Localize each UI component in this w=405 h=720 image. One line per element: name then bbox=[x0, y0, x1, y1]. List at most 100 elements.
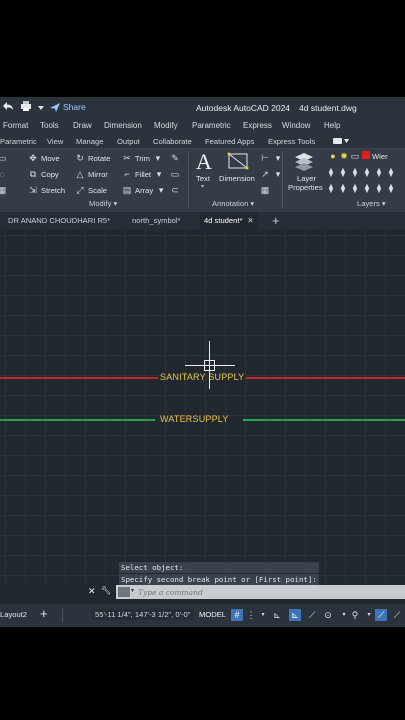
water-supply-label[interactable]: WATERSUPPLY bbox=[160, 414, 229, 424]
erase-button[interactable]: ✎ bbox=[170, 153, 180, 163]
text-label: Text bbox=[196, 174, 210, 183]
menu-parametric[interactable]: Parametric bbox=[192, 121, 231, 130]
fillet-button[interactable]: ⌐ Fillet ▾ bbox=[122, 169, 164, 179]
move-button[interactable]: ✥ Move bbox=[28, 153, 59, 163]
layer-tool-icon[interactable]: ⧫ bbox=[338, 167, 348, 177]
array-button[interactable]: ▤ Array ▾ bbox=[122, 185, 166, 195]
share-button[interactable]: Share bbox=[50, 102, 86, 112]
ribbon-minimize-icon[interactable] bbox=[333, 137, 349, 145]
undo-icon[interactable] bbox=[2, 101, 14, 113]
layer-dropdown[interactable]: ● ✹ ▭ Wier bbox=[328, 151, 388, 161]
menu-help[interactable]: Help bbox=[324, 121, 340, 130]
layer-tool-icon[interactable]: ⧫ bbox=[350, 167, 360, 177]
table-button[interactable]: ▦ bbox=[260, 185, 270, 195]
dimension-icon[interactable] bbox=[227, 151, 249, 171]
text-button[interactable]: Text bbox=[196, 174, 210, 183]
command-line[interactable]: ▾ bbox=[116, 585, 405, 599]
water-supply-line[interactable] bbox=[243, 419, 405, 421]
file-tab-4d-student[interactable]: 4d student* ✕ bbox=[200, 212, 258, 229]
ortho-icon[interactable]: ⊾ bbox=[271, 609, 283, 621]
layer-properties-label-2[interactable]: Properties bbox=[288, 183, 323, 192]
customize-icon[interactable]: 🔧︎ bbox=[101, 586, 111, 595]
menu-window[interactable]: Window bbox=[282, 121, 310, 130]
tab-view[interactable]: View bbox=[47, 137, 63, 146]
tab-output[interactable]: Output bbox=[117, 137, 140, 146]
trim-button[interactable]: ✂ Trim ▾ bbox=[122, 153, 163, 163]
draw-tool-partial[interactable]: ▭ bbox=[0, 153, 7, 163]
chevron-down-icon[interactable]: ▾ bbox=[257, 609, 269, 621]
layout-tab[interactable]: Layout2 bbox=[0, 610, 27, 619]
layer-tool-icon[interactable]: ⧫ bbox=[326, 183, 336, 193]
copy-button[interactable]: ⧉ Copy bbox=[28, 169, 59, 179]
menu-bar: Format Tools Draw Dimension Modify Param… bbox=[0, 119, 405, 134]
command-recent-icon[interactable] bbox=[118, 587, 130, 597]
annotation-scale-icon[interactable]: ⚲ bbox=[349, 609, 361, 621]
layer-tool-icon[interactable]: ⧫ bbox=[338, 183, 348, 193]
isodraft-icon[interactable]: ⟋ bbox=[306, 609, 318, 621]
text-dropdown-icon[interactable]: ▾ bbox=[201, 183, 204, 190]
command-input[interactable] bbox=[138, 586, 398, 598]
tab-express-tools[interactable]: Express Tools bbox=[268, 137, 315, 146]
text-icon[interactable]: A bbox=[196, 149, 212, 175]
linear-dimension-button[interactable]: ⊢ ▾ bbox=[260, 153, 283, 163]
sanitary-supply-line[interactable] bbox=[246, 377, 405, 379]
water-supply-line[interactable] bbox=[0, 419, 155, 421]
draw-tool-partial-2[interactable]: ◌ bbox=[0, 169, 7, 179]
layer-tool-icon[interactable]: ⧫ bbox=[374, 183, 384, 193]
layer-tool-icon[interactable]: ⧫ bbox=[386, 167, 396, 177]
menu-dimension[interactable]: Dimension bbox=[104, 121, 142, 130]
tab-manage[interactable]: Manage bbox=[76, 137, 103, 146]
layer-tool-icon[interactable]: ⧫ bbox=[362, 167, 372, 177]
menu-modify[interactable]: Modify bbox=[154, 121, 178, 130]
explode-button[interactable]: ▭ bbox=[170, 169, 180, 179]
lineweight-icon[interactable]: ⟋ bbox=[375, 609, 387, 621]
layer-tool-icon[interactable]: ⧫ bbox=[350, 183, 360, 193]
leader-button[interactable]: ↗ ▾ bbox=[260, 169, 283, 179]
layer-tool-icon[interactable]: ⧫ bbox=[362, 183, 372, 193]
modify-panel-label[interactable]: Modify ▾ bbox=[89, 199, 117, 208]
close-icon[interactable]: ✕ bbox=[88, 586, 96, 597]
quick-access-dropdown-icon[interactable] bbox=[38, 102, 44, 112]
mirror-button[interactable]: △ Mirror bbox=[75, 169, 108, 179]
grid-icon[interactable]: # bbox=[231, 609, 243, 621]
layer-properties-icon[interactable] bbox=[294, 151, 314, 171]
app-title: Autodesk AutoCAD 2024 bbox=[196, 103, 291, 113]
draw-tool-partial-3[interactable]: ▦ bbox=[0, 185, 7, 195]
sanitary-supply-label[interactable]: SANITARY SUPPLY bbox=[160, 372, 244, 382]
sanitary-supply-line[interactable] bbox=[0, 377, 158, 379]
quick-access-toolbar: Share bbox=[2, 101, 86, 113]
hatch-icon: ▦ bbox=[0, 185, 7, 195]
model-space-toggle[interactable]: MODEL bbox=[199, 610, 226, 619]
file-tab-dr-anand[interactable]: DR ANAND CHOUDHARI R5* bbox=[4, 212, 114, 229]
layers-panel-label[interactable]: Layers ▾ bbox=[357, 199, 386, 208]
snap-icon[interactable]: ⋮ bbox=[245, 609, 257, 621]
layer-tool-icon[interactable]: ⧫ bbox=[386, 183, 396, 193]
menu-tools[interactable]: Tools bbox=[40, 121, 59, 130]
scale-button[interactable]: ⤢ Scale bbox=[75, 185, 107, 195]
chevron-down-icon[interactable]: ▾ bbox=[131, 587, 134, 594]
add-layout-icon[interactable]: + bbox=[40, 606, 48, 621]
object-snap-tracking-icon[interactable]: ⊙ bbox=[322, 609, 334, 621]
transparency-icon[interactable]: ⟋ bbox=[391, 609, 403, 621]
offset-button[interactable]: ⊂ bbox=[170, 185, 180, 195]
polar-tracking-icon[interactable]: ⊾ bbox=[289, 609, 301, 621]
new-tab-button[interactable]: + bbox=[268, 212, 284, 229]
chevron-down-icon[interactable]: ▾ bbox=[363, 609, 375, 621]
layer-tool-icon[interactable]: ⧫ bbox=[326, 167, 336, 177]
dimension-button[interactable]: Dimension bbox=[219, 174, 255, 183]
rotate-button[interactable]: ↻ Rotate bbox=[75, 153, 110, 163]
plot-icon[interactable] bbox=[20, 101, 32, 113]
annotation-panel-label[interactable]: Annotation ▾ bbox=[212, 199, 254, 208]
stretch-button[interactable]: ⇲ Stretch bbox=[28, 185, 65, 195]
menu-draw[interactable]: Draw bbox=[73, 121, 92, 130]
layer-properties-label-1[interactable]: Layer bbox=[297, 174, 316, 183]
menu-express[interactable]: Express bbox=[243, 121, 272, 130]
close-icon[interactable]: ✕ bbox=[247, 216, 253, 225]
tab-featured-apps[interactable]: Featured Apps bbox=[205, 137, 254, 146]
drawing-canvas[interactable]: SANITARY SUPPLY WATERSUPPLY bbox=[0, 229, 405, 581]
tab-parametric[interactable]: Parametric bbox=[0, 137, 37, 146]
menu-format[interactable]: Format bbox=[3, 121, 28, 130]
file-tab-north-symbol[interactable]: north_symbol* bbox=[128, 212, 185, 229]
layer-tool-icon[interactable]: ⧫ bbox=[374, 167, 384, 177]
tab-collaborate[interactable]: Collaborate bbox=[153, 137, 192, 146]
